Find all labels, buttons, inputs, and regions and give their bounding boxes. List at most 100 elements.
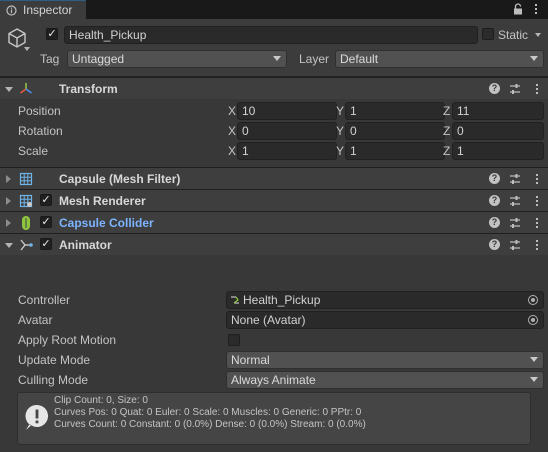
help-icon[interactable]: ? [489,83,500,94]
rotation-z-field[interactable]: 0 [452,122,544,140]
help-icon[interactable]: ? [489,239,500,250]
presets-icon[interactable] [508,238,522,252]
tag-label: Tag [40,52,60,66]
foldout-arrow[interactable] [6,175,11,183]
component-title: Capsule (Mesh Filter) [59,172,181,186]
controller-value: Health_Pickup [243,293,321,307]
foldout-arrow[interactable] [5,87,13,92]
z-axis-label[interactable]: Z [443,104,450,118]
position-y-field[interactable]: 1 [345,102,445,120]
capsule-collider-icon [22,216,30,230]
kebab-menu-icon[interactable] [530,3,542,15]
object-name-field[interactable]: Health_Pickup [64,26,478,44]
apply-root-motion-checkbox[interactable] [228,334,240,346]
capsule-collider-header[interactable]: ✓ Capsule Collider ? [0,211,548,233]
avatar-label: Avatar [18,313,53,327]
info-line: Curves Count: 0 Constant: 0 (0.0%) Dense… [54,419,366,430]
tab-inspector[interactable]: Inspector [0,0,86,19]
layer-dropdown[interactable]: Default [335,50,544,68]
scale-x-field[interactable]: 1 [237,142,337,160]
foldout-arrow[interactable] [6,197,11,205]
icon-dropdown-arrow[interactable] [24,47,30,51]
help-icon[interactable]: ? [489,217,500,228]
update-mode-dropdown[interactable]: Normal [226,351,544,369]
static-dropdown-arrow[interactable] [535,33,541,37]
animator-info-box: Clip Count: 0, Size: 0 Curves Pos: 0 Qua… [17,392,531,445]
enabled-checkbox[interactable]: ✓ [40,194,52,206]
tag-value: Untagged [72,52,125,66]
rotation-label: Rotation [18,124,63,138]
kebab-menu-icon[interactable] [530,194,544,208]
z-axis-label[interactable]: Z [443,124,450,138]
component-title: Mesh Renderer [59,194,146,208]
rotation-x-field[interactable]: 0 [237,122,337,140]
scale-y-field[interactable]: 1 [345,142,445,160]
y-axis-label[interactable]: Y [336,124,344,138]
z-axis-label[interactable]: Z [443,144,450,158]
x-axis-label[interactable]: X [228,104,236,118]
position-label: Position [18,104,61,118]
mesh-renderer-header[interactable]: ✓ Mesh Renderer ? [0,189,548,211]
x-axis-label[interactable]: X [228,144,236,158]
presets-icon[interactable] [508,216,522,230]
static-checkbox[interactable] [482,28,494,40]
enabled-checkbox[interactable]: ✓ [40,238,52,250]
animator-controller-icon [231,296,239,304]
scale-z-field[interactable]: 1 [452,142,544,160]
rotation-y-field[interactable]: 0 [345,122,445,140]
chevron-down-icon [530,56,538,61]
controller-label: Controller [18,293,71,307]
kebab-menu-icon[interactable] [530,172,544,186]
x-axis-label[interactable]: X [228,124,236,138]
info-line: Curves Pos: 0 Quat: 0 Euler: 0 Scale: 0 … [54,407,362,418]
mesh-filter-icon [19,172,33,186]
kebab-menu-icon[interactable] [530,216,544,230]
update-mode-value: Normal [231,353,270,367]
position-x-field[interactable]: 10 [237,102,337,120]
lock-icon[interactable] [512,3,524,15]
tab-bar: Inspector [0,0,548,19]
help-icon[interactable]: ? [489,195,500,206]
object-picker-icon[interactable] [528,295,538,305]
info-icon [6,5,17,16]
presets-icon[interactable] [508,172,522,186]
presets-icon[interactable] [508,82,522,96]
mesh-filter-header[interactable]: Capsule (Mesh Filter) ? [0,167,548,189]
animator-icon [20,239,33,251]
chevron-down-icon [273,56,281,61]
foldout-arrow[interactable] [5,243,13,248]
mesh-renderer-icon [19,194,33,208]
component-title: Transform [59,82,118,96]
controller-field[interactable]: Health_Pickup [226,291,544,309]
avatar-value: None (Avatar) [231,313,306,327]
scale-label: Scale [18,144,49,158]
update-mode-label: Update Mode [18,353,91,367]
active-checkbox[interactable]: ✓ [46,28,58,40]
apply-root-motion-label: Apply Root Motion [18,333,117,347]
avatar-field[interactable]: None (Avatar) [226,311,544,329]
object-header: ✓ Health_Pickup Static Tag Untagged Laye… [0,19,548,77]
enabled-checkbox[interactable]: ✓ [40,216,52,228]
layer-value: Default [340,52,379,66]
kebab-menu-icon[interactable] [530,238,544,252]
presets-icon[interactable] [508,194,522,208]
foldout-arrow[interactable] [6,219,11,227]
object-picker-icon[interactable] [528,315,538,325]
animator-header[interactable]: ✓ Animator ? [0,233,548,255]
cube-icon [8,28,26,48]
position-z-field[interactable]: 11 [452,102,544,120]
transform-icon [20,83,32,94]
transform-header[interactable]: Transform ? [0,77,548,99]
component-title: Animator [59,238,112,252]
kebab-menu-icon[interactable] [530,82,544,96]
y-axis-label[interactable]: Y [336,144,344,158]
culling-mode-value: Always Animate [231,373,316,387]
component-title: Capsule Collider [59,216,154,230]
info-line: Clip Count: 0, Size: 0 [54,395,148,406]
help-icon[interactable]: ? [489,173,500,184]
tag-dropdown[interactable]: Untagged [67,50,287,68]
culling-mode-dropdown[interactable]: Always Animate [226,371,544,389]
chevron-down-icon [530,377,538,382]
static-label: Static [498,28,529,42]
y-axis-label[interactable]: Y [336,104,344,118]
